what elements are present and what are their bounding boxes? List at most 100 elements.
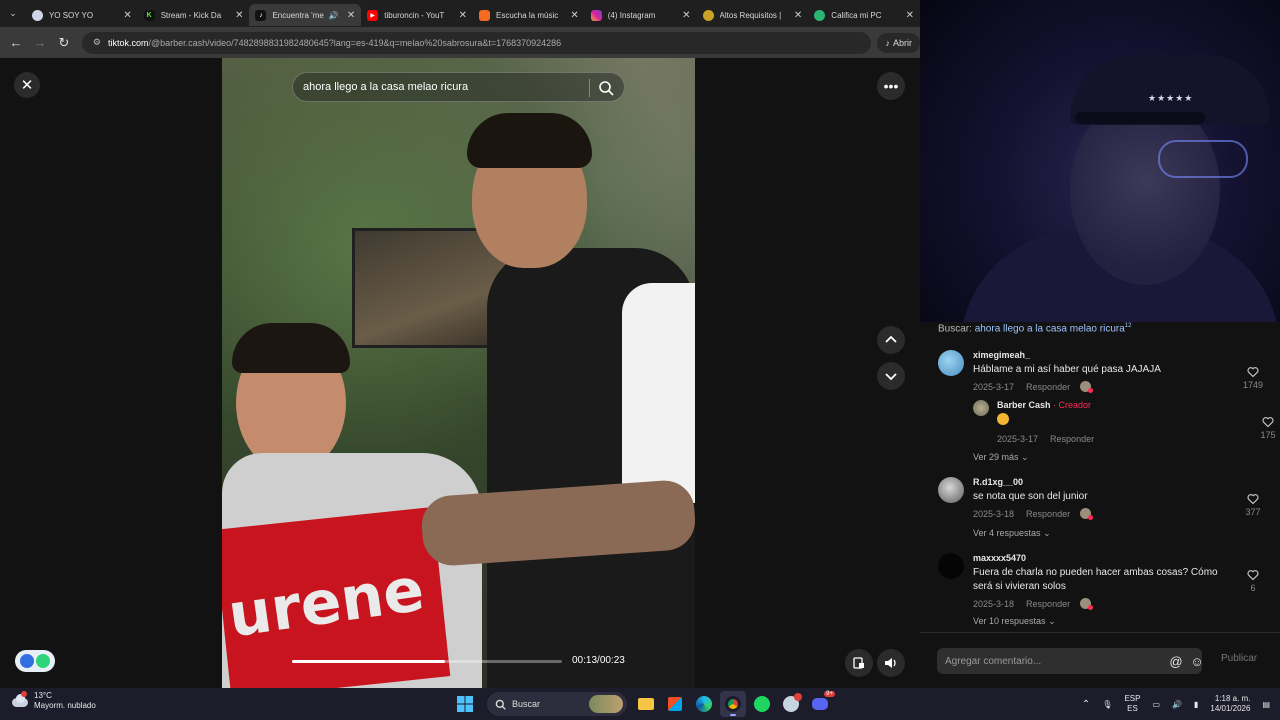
reply-button[interactable]: Responder	[1050, 434, 1094, 444]
video-progress-fill	[292, 660, 445, 663]
spotify-icon[interactable]	[749, 691, 775, 717]
more-options-icon[interactable]: •••	[877, 72, 905, 100]
video-progress-bar[interactable]	[292, 660, 562, 663]
reply-username[interactable]: Barber Cash	[997, 400, 1051, 410]
search-icon[interactable]	[598, 80, 614, 96]
extension-icon	[20, 654, 34, 668]
edge-icon[interactable]	[691, 691, 717, 717]
avatar[interactable]	[938, 553, 964, 579]
reply-button[interactable]: Responder	[1026, 599, 1070, 609]
battery-icon[interactable]: ▮	[1194, 700, 1198, 709]
tab-kick[interactable]: K Stream - Kick Da ✕	[138, 4, 250, 26]
volume-button[interactable]	[877, 649, 905, 677]
video-timecode: 00:13/00:23	[572, 655, 625, 666]
video-player[interactable]: urene ahora llego a la casa melao ricura…	[222, 58, 695, 688]
emoji-picker-icon[interactable]: ☺	[1189, 653, 1205, 669]
close-video-button[interactable]: ✕	[14, 72, 40, 98]
tab-label: Altos Requisitos |	[719, 10, 782, 20]
close-icon[interactable]: ✕	[347, 10, 355, 21]
extension-pill[interactable]	[15, 650, 55, 672]
tab-tiktok[interactable]: ♪ Encuentra 'me 🔊 ✕	[249, 4, 362, 26]
clock[interactable]: 1:18 a. m. 14/01/2026	[1210, 694, 1250, 714]
comment-body: maxxxx5470 Fuera de charla no pueden hac…	[973, 553, 1223, 610]
next-video-button[interactable]	[877, 362, 905, 390]
like-button[interactable]: 175	[1253, 416, 1280, 440]
tab-search-chevron-icon[interactable]: ⌄	[0, 0, 26, 27]
view-more-replies[interactable]: Ver 29 más ⌄	[973, 452, 1029, 463]
chrome-icon[interactable]	[720, 691, 746, 717]
close-icon[interactable]: ✕	[123, 10, 131, 21]
comment-username[interactable]: Barber Cash · Creador	[997, 400, 1257, 410]
notifications-icon[interactable]: ▤	[1262, 700, 1270, 709]
steam-icon[interactable]	[778, 691, 804, 717]
back-icon[interactable]: ←	[4, 31, 28, 55]
close-icon[interactable]: ✕	[682, 10, 690, 21]
avatar[interactable]	[938, 350, 964, 376]
comment-username[interactable]: ximegimeah_	[973, 350, 1233, 360]
reload-icon[interactable]: ↻	[52, 31, 76, 55]
discord-icon[interactable]: 9+	[807, 691, 835, 717]
chevron-up-icon[interactable]: ⌃	[1082, 699, 1090, 710]
search-query-link[interactable]: ahora llego a la casa melao ricura	[975, 323, 1125, 334]
microphone-icon[interactable]: 🎙	[1102, 700, 1112, 709]
mention-icon[interactable]: @	[1168, 653, 1184, 669]
volume-icon[interactable]: 🔊	[1172, 700, 1182, 709]
close-icon[interactable]: ✕	[459, 10, 467, 21]
language-indicator[interactable]: ESP ES	[1124, 694, 1140, 714]
creator-badge: · Creador	[1050, 400, 1092, 410]
taskbar-search[interactable]: Buscar	[487, 692, 627, 716]
view-more-replies[interactable]: Ver 4 respuestas ⌄	[973, 528, 1051, 539]
weather-widget[interactable]: 13°C Mayorm. nublado	[10, 691, 96, 711]
file-explorer-icon[interactable]	[633, 691, 659, 717]
like-count: 175	[1260, 430, 1276, 440]
tab-califica-mi-pc[interactable]: Califica mi PC ✕	[808, 4, 920, 26]
view-more-label: Ver 10 respuestas	[973, 616, 1046, 626]
open-in-app-button[interactable]: ♪ Abrir	[877, 32, 920, 53]
publish-button[interactable]: Publicar	[1221, 653, 1257, 664]
tab-youtube[interactable]: ▶ tiburoncin - YouT ✕	[361, 4, 473, 26]
open-app-label: Abrir	[892, 37, 912, 48]
like-button[interactable]: 377	[1238, 493, 1268, 517]
reply-button[interactable]: Responder	[1026, 382, 1070, 392]
close-icon[interactable]: ✕	[794, 10, 802, 21]
comment-body: ximegimeah_ Háblame a mi así haber qué p…	[973, 350, 1233, 393]
like-button[interactable]: 6	[1238, 569, 1268, 593]
volume-icon	[885, 658, 896, 668]
url-field[interactable]: ⚙ tiktok.com /@barber.cash/video/7482898…	[81, 31, 872, 54]
like-count: 377	[1245, 507, 1261, 517]
tab-instagram[interactable]: (4) Instagram ✕	[585, 4, 697, 26]
tab-music[interactable]: Escucha la músic ✕	[473, 4, 585, 26]
speaker-icon[interactable]: 🔊	[329, 11, 339, 20]
avatar[interactable]	[938, 477, 964, 503]
comments-search-link[interactable]: Buscar: ahora llego a la casa melao ricu…	[938, 323, 1131, 334]
video-client-hair	[232, 323, 350, 373]
microsoft-store-icon[interactable]	[662, 691, 688, 717]
like-button[interactable]: 1749	[1238, 366, 1268, 390]
site-settings-icon[interactable]: ⚙	[90, 36, 104, 50]
view-more-label: Ver 4 respuestas	[973, 528, 1041, 538]
cloudy-weather-icon	[10, 691, 30, 709]
comment-username[interactable]: maxxxx5470	[973, 553, 1223, 563]
view-more-replies[interactable]: Ver 10 respuestas ⌄	[973, 616, 1056, 627]
network-icon[interactable]: ▭	[1152, 700, 1160, 709]
system-tray: ⌃ 🎙 ESP ES ▭ 🔊 ▮ 1:18 a. m. 14/01/2026 ▤	[1082, 688, 1280, 720]
close-icon[interactable]: ✕	[570, 10, 578, 21]
yo-soy-yo-favicon-icon	[31, 9, 43, 21]
comment-meta: 2025-3-18 Responder	[973, 598, 1223, 610]
forward-icon[interactable]: →	[28, 31, 52, 55]
previous-video-button[interactable]	[877, 326, 905, 354]
close-icon[interactable]: ✕	[235, 10, 243, 21]
tab-altos-requisitos[interactable]: Altos Requisitos | ✕	[697, 4, 809, 26]
tiktok-icon: ♪	[885, 37, 890, 48]
reply-button[interactable]: Responder	[1026, 509, 1070, 519]
tab-yo-soy-yo[interactable]: YO SOY YO ✕	[26, 4, 138, 26]
avatar[interactable]	[973, 400, 989, 416]
windows-start-icon[interactable]	[452, 691, 478, 717]
altos-favicon-icon	[702, 9, 714, 21]
comment-input[interactable]: Agregar comentario... @ ☺	[937, 648, 1205, 674]
video-search-bar[interactable]: ahora llego a la casa melao ricura	[292, 72, 625, 102]
close-icon[interactable]: ✕	[906, 10, 914, 21]
floating-player-button[interactable]	[845, 649, 873, 677]
comment-body: Barber Cash · Creador 2025-3-17 Responde…	[997, 400, 1257, 444]
comment-username[interactable]: R.d1xg__00	[973, 477, 1233, 487]
